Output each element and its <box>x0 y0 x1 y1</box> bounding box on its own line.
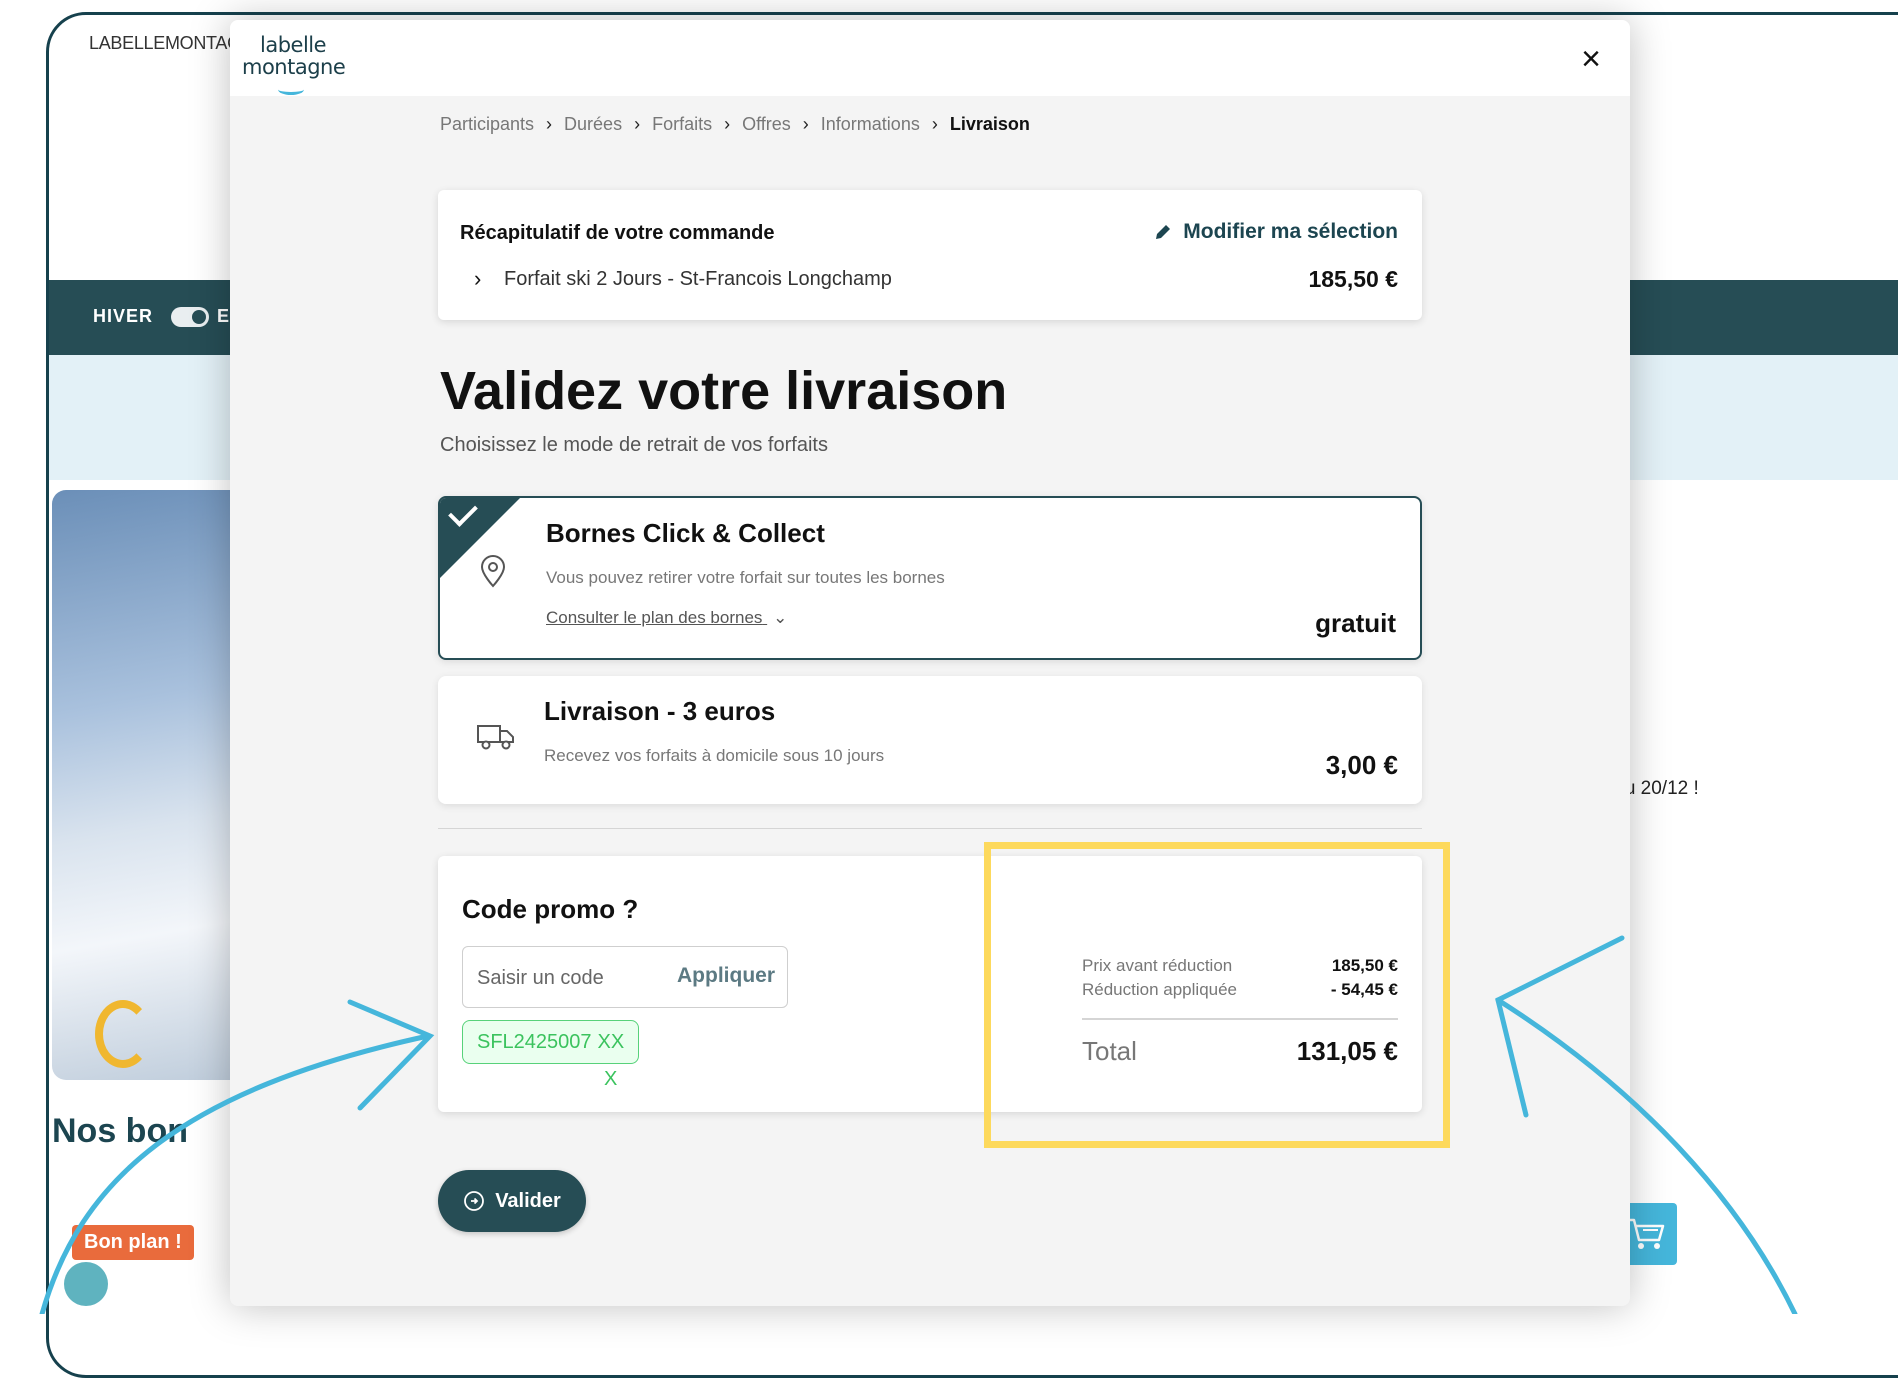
bon-plan-badge: Bon plan ! <box>72 1225 194 1260</box>
arrow-circle-icon <box>464 1191 485 1211</box>
highlight-box <box>984 842 1450 1148</box>
chevron-right-icon: › <box>634 114 641 134</box>
chevron-down-icon: ⌄ <box>773 608 788 627</box>
edit-selection-link[interactable]: Modifier ma sélection <box>1153 220 1398 244</box>
promo-input-group: Appliquer <box>462 946 788 1008</box>
breadcrumb-offres[interactable]: Offres <box>742 114 791 135</box>
breadcrumb-durees[interactable]: Durées <box>564 114 622 135</box>
applied-promo-code: SFL2425007 <box>477 1030 592 1053</box>
breadcrumb: Participants › Durées › Forfaits › Offre… <box>440 114 1030 135</box>
applied-promo-chip: SFL2425007 XX <box>462 1020 640 1064</box>
cart-icon <box>1628 1218 1665 1249</box>
option-description: Recevez vos forfaits à domicile sous 10 … <box>544 746 885 765</box>
logo-line-1: labelle <box>260 33 327 57</box>
promo-code-mask: XX <box>597 1030 625 1053</box>
moon-icon <box>95 1000 151 1068</box>
expand-chevron-icon[interactable]: › <box>474 266 481 292</box>
apply-promo-button[interactable]: Appliquer <box>677 964 775 988</box>
promo-code-input[interactable] <box>475 961 649 995</box>
season-toggle[interactable] <box>171 307 209 327</box>
edit-selection-label: Modifier ma sélection <box>1183 220 1398 243</box>
close-button[interactable]: × <box>1574 42 1608 76</box>
order-item-price: 185,50 € <box>1308 266 1398 292</box>
option-price: 3,00 € <box>1325 750 1398 780</box>
breadcrumb-livraison: Livraison <box>949 114 1030 134</box>
option-title: Bornes Click & Collect <box>546 518 825 548</box>
map-pin-icon <box>480 555 506 588</box>
chevron-right-icon: › <box>802 114 809 134</box>
labellemontagne-logo: labelle montagne <box>242 33 346 95</box>
validate-button-label: Valider <box>495 1189 561 1212</box>
logo-line-2: montagne <box>242 55 346 79</box>
bornes-map-link-label: Consulter le plan des bornes <box>546 608 763 627</box>
chevron-right-icon: › <box>546 114 553 134</box>
bornes-map-link[interactable]: Consulter le plan des bornes ⌄ <box>546 608 787 628</box>
delivery-option-click-collect[interactable]: Bornes Click & Collect Vous pouvez retir… <box>438 496 1422 660</box>
option-price: gratuit <box>1315 608 1396 638</box>
validate-button[interactable]: Valider <box>438 1170 586 1232</box>
truck-icon <box>477 725 514 750</box>
background-section-title: Nos bon <box>52 1112 188 1150</box>
delivery-option-home-delivery[interactable]: Livraison - 3 euros Recevez vos forfaits… <box>438 676 1422 804</box>
order-summary-title: Récapitulatif de votre commande <box>460 222 775 244</box>
logo-swoosh <box>278 84 304 95</box>
option-title: Livraison - 3 euros <box>544 696 776 726</box>
breadcrumb-forfaits[interactable]: Forfaits <box>652 114 712 135</box>
season-label: HIVER <box>93 306 154 326</box>
chevron-right-icon: › <box>724 114 731 134</box>
order-item-label: Forfait ski 2 Jours - St-Francois Longch… <box>504 268 892 290</box>
pencil-icon <box>1156 225 1171 239</box>
season-alt-label: E <box>217 306 230 326</box>
section-divider <box>438 828 1422 829</box>
breadcrumb-informations[interactable]: Informations <box>821 114 920 135</box>
page-subtitle: Choisissez le mode de retrait de vos for… <box>440 434 828 456</box>
modal-header: labelle montagne × <box>230 20 1630 96</box>
option-description: Vous pouvez retirer votre forfait sur to… <box>546 568 945 587</box>
breadcrumb-participants[interactable]: Participants <box>440 114 534 135</box>
remove-promo-button[interactable]: X <box>604 1068 617 1091</box>
page-title: Validez votre livraison <box>440 361 1008 421</box>
chevron-right-icon: › <box>931 114 938 134</box>
promo-title: Code promo ? <box>462 894 639 924</box>
background-dot <box>64 1262 108 1306</box>
order-summary-card: Récapitulatif de votre commande Modifier… <box>438 190 1422 320</box>
